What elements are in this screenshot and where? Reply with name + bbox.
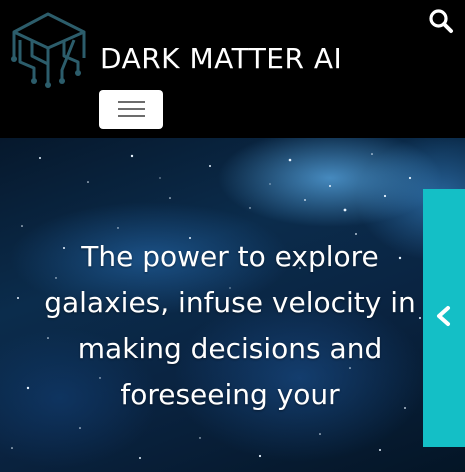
brand-name[interactable]: DARK MATTER AI <box>100 42 342 75</box>
hero-banner: The power to explore galaxies, infuse ve… <box>0 138 465 472</box>
hamburger-menu-icon <box>118 101 145 103</box>
chevron-left-icon <box>437 306 450 326</box>
site-header: DARK MATTER AI <box>0 0 465 138</box>
side-panel-toggle[interactable] <box>423 189 465 447</box>
cube-logo-icon[interactable] <box>8 10 90 88</box>
search-icon[interactable] <box>424 6 458 36</box>
hero-tagline: The power to explore galaxies, infuse ve… <box>44 240 416 411</box>
hamburger-menu-button[interactable] <box>99 90 163 129</box>
